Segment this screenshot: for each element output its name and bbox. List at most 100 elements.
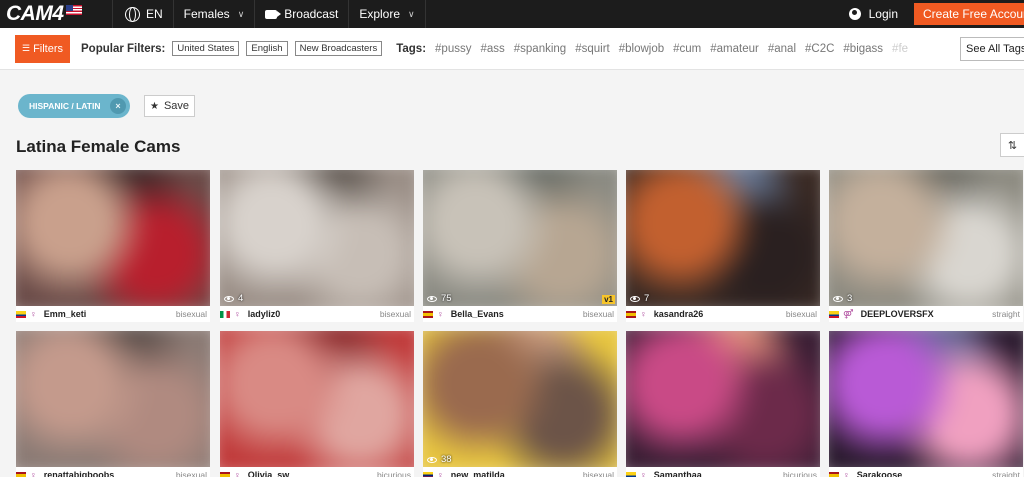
cam-card[interactable]: 7 ♀ kasandra26 bisexual xyxy=(626,170,820,322)
popular-filter-chip[interactable]: New Broadcasters xyxy=(294,41,383,56)
country-flag-icon xyxy=(423,310,433,318)
globe-icon xyxy=(125,6,140,22)
us-flag-icon xyxy=(65,5,82,15)
login-button[interactable]: Login xyxy=(848,7,898,21)
sort-button[interactable]: ⇅ xyxy=(1000,133,1024,157)
orientation-label: bisexual xyxy=(582,470,614,477)
viewer-count-value: 7 xyxy=(644,293,650,304)
nav-females[interactable]: Females ∨ xyxy=(172,0,255,28)
cam-thumbnail[interactable]: 75 v1 xyxy=(423,170,617,306)
nav-explore[interactable]: Explore ∨ xyxy=(348,0,426,28)
cam-card[interactable]: ♀ renattabigboobs bisexual xyxy=(16,331,210,477)
viewer-count-value: 75 xyxy=(441,293,452,304)
orientation-label: bicurious xyxy=(376,470,411,477)
cam-thumbnail[interactable] xyxy=(16,170,210,306)
cam-card[interactable]: 4 ♀ ladyliz0 bisexual xyxy=(220,170,414,322)
cam-card[interactable]: ♀ Emm_keti bisexual xyxy=(16,170,210,322)
nav-explore-label: Explore xyxy=(359,7,400,21)
active-filter-label: HISPANIC / LATIN xyxy=(29,101,101,111)
filters-label: Filters xyxy=(33,42,64,55)
gender-icon: ⚤ xyxy=(843,308,854,319)
filters-button[interactable]: ☰ Filters xyxy=(15,34,70,63)
save-search-button[interactable]: ★ Save xyxy=(144,95,195,117)
top-navigation: CAM4 EN Females ∨ Broadcast Explore ∨ Lo… xyxy=(0,0,1024,28)
popular-filter-chip[interactable]: United States xyxy=(172,41,240,56)
chevron-down-icon: ∨ xyxy=(408,8,415,19)
blurred-preview xyxy=(16,331,210,467)
tags-label: Tags: xyxy=(396,42,427,55)
see-all-tags-button[interactable]: See All Tags xyxy=(960,37,1024,61)
cam-card[interactable]: ♀ Sarakoose straight xyxy=(829,331,1023,477)
language-label: EN xyxy=(146,7,163,21)
cam-card[interactable]: ♀ Samanthaa bicurious xyxy=(626,331,820,477)
country-flag-icon xyxy=(220,310,230,318)
filter-lines-icon: ☰ xyxy=(21,43,31,53)
country-flag-icon xyxy=(220,471,230,477)
cam-info-row: ♀ kasandra26 bisexual xyxy=(626,306,820,322)
cam-info-row: ♀ ladyliz0 bisexual xyxy=(220,306,414,322)
close-icon[interactable]: × xyxy=(110,98,126,114)
tag-link[interactable]: #amateur xyxy=(710,43,759,55)
tag-link[interactable]: #pussy xyxy=(435,43,471,55)
tag-link[interactable]: #spanking xyxy=(514,43,566,55)
cam-thumbnail[interactable]: 4 xyxy=(220,170,414,306)
username[interactable]: renattabigboobs xyxy=(44,470,176,477)
cam-info-row: ⚤ DEEPLOVERSFX straight xyxy=(829,306,1023,322)
tag-link[interactable]: #ass xyxy=(480,43,504,55)
orientation-label: bicurious xyxy=(782,470,817,477)
blurred-preview xyxy=(423,170,617,306)
tag-link[interactable]: #fe xyxy=(892,43,908,55)
cam-thumbnail[interactable]: 3 xyxy=(829,170,1023,306)
cam-card[interactable]: 75 v1 ♀ Bella_Evans bisexual xyxy=(423,170,617,322)
username[interactable]: Samanthaa xyxy=(654,470,783,477)
nav-females-label: Females xyxy=(183,7,230,21)
active-filter-pill[interactable]: HISPANIC / LATIN × xyxy=(18,94,130,118)
cam-info-row: ♀ Olivia_sw bicurious xyxy=(220,467,414,477)
star-icon: ★ xyxy=(149,100,159,112)
tag-link[interactable]: #anal xyxy=(768,43,796,55)
create-account-button[interactable]: Create Free Account xyxy=(914,3,1024,25)
cam-thumbnail[interactable]: 7 xyxy=(626,170,820,306)
tag-link[interactable]: #cum xyxy=(673,43,701,55)
tag-link[interactable]: #bigass xyxy=(843,43,883,55)
viewer-count: 4 xyxy=(224,293,243,304)
cam-info-row: ♀ renattabigboobs bisexual xyxy=(16,467,210,477)
username[interactable]: Olivia_sw xyxy=(248,470,377,477)
country-flag-icon xyxy=(626,471,636,477)
cam-card[interactable]: ♀ Olivia_sw bicurious xyxy=(220,331,414,477)
gender-icon: ♀ xyxy=(437,309,444,319)
cam-thumbnail[interactable] xyxy=(829,331,1023,467)
filter-bar: ☰ Filters Popular Filters: United States… xyxy=(0,28,1024,70)
username[interactable]: Emm_keti xyxy=(44,309,176,319)
cam-thumbnail[interactable] xyxy=(626,331,820,467)
country-flag-icon xyxy=(423,471,433,477)
username[interactable]: DEEPLOVERSFX xyxy=(861,309,993,319)
username[interactable]: ladyliz0 xyxy=(248,309,380,319)
username[interactable]: kasandra26 xyxy=(654,309,786,319)
username[interactable]: Bella_Evans xyxy=(451,309,583,319)
site-logo[interactable]: CAM4 xyxy=(0,0,112,28)
cam-card[interactable]: 38 ♀ new_matilda bisexual xyxy=(423,331,617,477)
eye-icon xyxy=(427,456,437,463)
tag-link[interactable]: #blowjob xyxy=(619,43,664,55)
cam-thumbnail[interactable] xyxy=(16,331,210,467)
viewer-count-value: 4 xyxy=(238,293,244,304)
username[interactable]: Sarakoose xyxy=(857,470,992,477)
cam-thumbnail[interactable]: 38 xyxy=(423,331,617,467)
username[interactable]: new_matilda xyxy=(451,470,583,477)
nav-broadcast[interactable]: Broadcast xyxy=(254,0,348,28)
orientation-label: bisexual xyxy=(785,309,817,319)
language-selector[interactable]: EN xyxy=(112,0,173,28)
tag-link[interactable]: #C2C xyxy=(805,43,834,55)
gender-icon: ♀ xyxy=(437,470,444,477)
orientation-label: straight xyxy=(992,309,1020,319)
orientation-label: bisexual xyxy=(582,309,614,319)
cam-card[interactable]: 3 ⚤ DEEPLOVERSFX straight xyxy=(829,170,1023,322)
popular-filter-chip[interactable]: English xyxy=(246,41,288,56)
save-label: Save xyxy=(163,100,190,112)
blurred-preview xyxy=(220,170,414,306)
tag-link[interactable]: #squirt xyxy=(575,43,610,55)
cam-thumbnail[interactable] xyxy=(220,331,414,467)
cam-info-row: ♀ new_matilda bisexual xyxy=(423,467,617,477)
viewer-count: 75 xyxy=(427,293,452,304)
